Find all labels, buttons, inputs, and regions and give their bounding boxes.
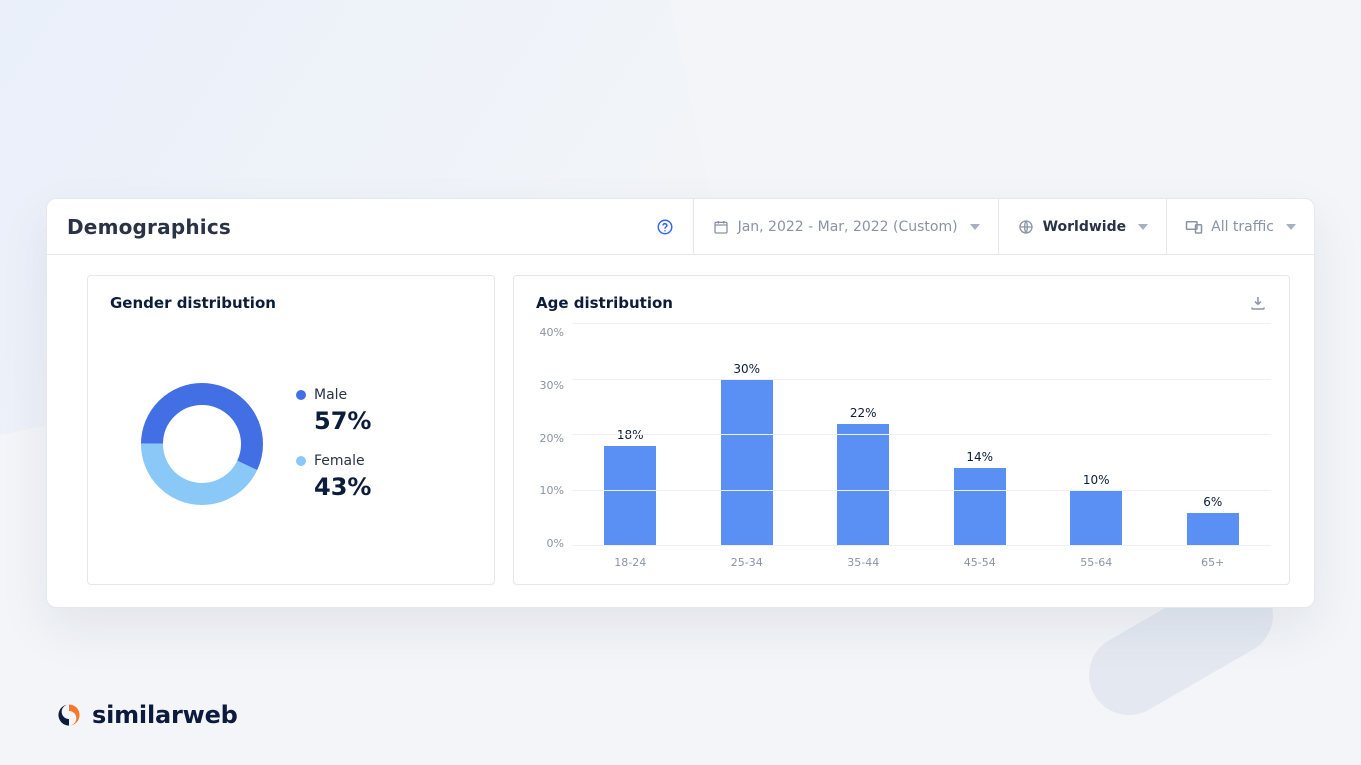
- bar-value-label: 18%: [617, 428, 644, 442]
- legend-dot-female: [296, 456, 306, 466]
- age-panel-body: 40% 30% 20% 10% 0% 18% 30% 22% 14% 10% 6% 18-2425…: [514, 318, 1289, 584]
- bar-col: 18%: [572, 324, 689, 546]
- brand-logo: similarweb: [56, 701, 238, 729]
- bar: [1070, 491, 1122, 547]
- bar-group: 18% 30% 22% 14% 10% 6%: [572, 324, 1271, 546]
- bar-col: 14%: [922, 324, 1039, 546]
- x-tick: 25-34: [689, 556, 806, 568]
- bar-plot-area: 18% 30% 22% 14% 10% 6%: [572, 324, 1271, 546]
- grid-line: [572, 545, 1271, 546]
- bar: [1187, 513, 1239, 546]
- chevron-down-icon: [1286, 224, 1296, 230]
- bar: [604, 446, 656, 546]
- similarweb-logo-icon: [56, 702, 82, 728]
- y-tick: 30%: [532, 379, 564, 392]
- header-controls: Jan, 2022 - Mar, 2022 (Custom) Worldwide…: [637, 199, 1314, 254]
- calendar-icon: [712, 218, 730, 236]
- brand-name: similarweb: [92, 701, 238, 729]
- chevron-down-icon: [970, 224, 980, 230]
- traffic-label: All traffic: [1211, 219, 1274, 235]
- bar-col: 30%: [689, 324, 806, 546]
- age-distribution-panel: Age distribution 40% 30% 20% 10% 0% 18% 30% 22…: [513, 275, 1290, 585]
- gender-legend: Male 57% Female 43%: [296, 387, 371, 501]
- age-panel-title: Age distribution: [536, 294, 673, 312]
- grid-line: [572, 323, 1271, 324]
- help-icon: [656, 218, 674, 236]
- grid-line: [572, 434, 1271, 435]
- date-range-label: Jan, 2022 - Mar, 2022 (Custom): [738, 219, 958, 235]
- demographics-card: Demographics Jan, 2022 - Mar, 2022 (Cust…: [46, 198, 1315, 608]
- grid-line: [572, 490, 1271, 491]
- bar-col: 10%: [1038, 324, 1155, 546]
- date-range-selector[interactable]: Jan, 2022 - Mar, 2022 (Custom): [693, 199, 998, 254]
- x-tick: 35-44: [805, 556, 922, 568]
- card-header: Demographics Jan, 2022 - Mar, 2022 (Cust…: [47, 199, 1314, 255]
- bar-value-label: 22%: [850, 406, 877, 420]
- gender-distribution-panel: Gender distribution Male 57%: [87, 275, 495, 585]
- legend-dot-male: [296, 390, 306, 400]
- y-tick: 20%: [532, 432, 564, 445]
- gender-panel-body: Male 57% Female 43%: [88, 318, 494, 584]
- region-selector[interactable]: Worldwide: [998, 199, 1167, 254]
- card-body: Gender distribution Male 57%: [47, 255, 1314, 607]
- bar: [721, 380, 773, 547]
- x-tick: 18-24: [572, 556, 689, 568]
- y-axis: 40% 30% 20% 10% 0%: [532, 324, 572, 568]
- legend-female-label: Female: [314, 453, 365, 469]
- legend-male-value: 57%: [296, 407, 371, 435]
- gender-donut-chart: [136, 378, 268, 510]
- chevron-down-icon: [1138, 224, 1148, 230]
- bar-value-label: 30%: [733, 362, 760, 376]
- x-axis: 18-2425-3435-4445-5455-6465+: [572, 546, 1271, 568]
- bar-col: 6%: [1155, 324, 1272, 546]
- x-tick: 45-54: [922, 556, 1039, 568]
- age-bar-chart: 40% 30% 20% 10% 0% 18% 30% 22% 14% 10% 6% 18-2425…: [532, 324, 1271, 568]
- x-tick: 65+: [1155, 556, 1272, 568]
- download-button[interactable]: [1249, 294, 1267, 312]
- bar-col: 22%: [805, 324, 922, 546]
- help-button[interactable]: [637, 199, 693, 254]
- bar: [954, 468, 1006, 546]
- grid-line: [572, 379, 1271, 380]
- globe-icon: [1017, 218, 1035, 236]
- gender-panel-title: Gender distribution: [110, 294, 276, 312]
- region-label: Worldwide: [1043, 219, 1127, 235]
- bar-value-label: 6%: [1203, 495, 1222, 509]
- y-tick: 10%: [532, 484, 564, 497]
- devices-icon: [1185, 218, 1203, 236]
- page-title: Demographics: [67, 215, 637, 239]
- legend-female-value: 43%: [296, 473, 371, 501]
- legend-male-label: Male: [314, 387, 347, 403]
- bar-value-label: 14%: [966, 450, 993, 464]
- y-tick: 0%: [532, 537, 564, 550]
- bar-value-label: 10%: [1083, 473, 1110, 487]
- x-tick: 55-64: [1038, 556, 1155, 568]
- traffic-selector[interactable]: All traffic: [1166, 199, 1314, 254]
- y-tick: 40%: [532, 326, 564, 339]
- bar: [837, 424, 889, 546]
- legend-male: Male 57%: [296, 387, 371, 435]
- legend-female: Female 43%: [296, 453, 371, 501]
- download-icon: [1249, 294, 1267, 312]
